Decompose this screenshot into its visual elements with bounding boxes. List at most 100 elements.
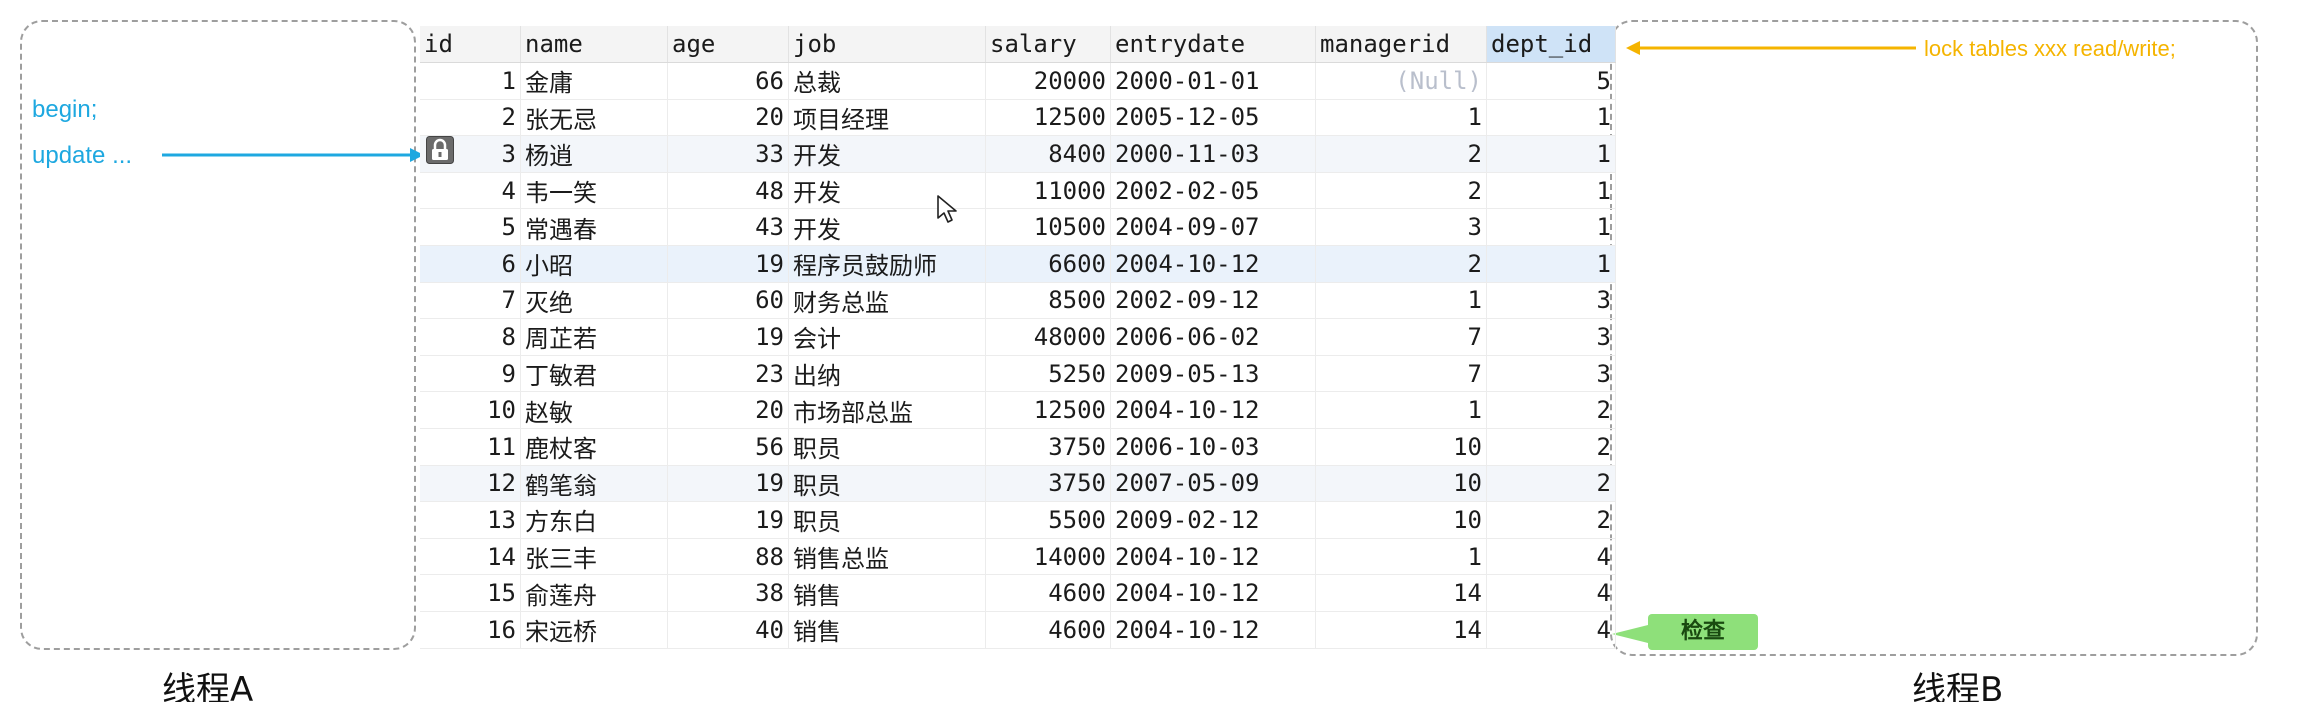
cell-id[interactable]: 14: [420, 538, 521, 576]
cell-entrydate[interactable]: 2004-10-12: [1110, 538, 1316, 576]
cell-name[interactable]: 韦一笑: [520, 172, 668, 210]
cell-managerid[interactable]: 7: [1315, 355, 1487, 393]
cell-age[interactable]: 20: [667, 391, 789, 429]
cell-name[interactable]: 小昭: [520, 245, 668, 283]
cell-dept-id[interactable]: 1: [1486, 135, 1616, 173]
cell-dept-id[interactable]: 3: [1486, 282, 1616, 320]
cell-entrydate[interactable]: 2004-10-12: [1110, 245, 1316, 283]
cell-age[interactable]: 38: [667, 574, 789, 612]
cell-dept-id[interactable]: 3: [1486, 318, 1616, 356]
cell-name[interactable]: 鹤笔翁: [520, 465, 668, 503]
cell-managerid[interactable]: 2: [1315, 245, 1487, 283]
cell-salary[interactable]: 48000: [985, 318, 1111, 356]
cell-name[interactable]: 杨逍: [520, 135, 668, 173]
column-header-age[interactable]: age: [667, 26, 789, 63]
cell-managerid[interactable]: 10: [1315, 428, 1487, 466]
cell-managerid[interactable]: 1: [1315, 538, 1487, 576]
table-row[interactable]: 3 杨逍 33 开发 8400 2000-11-03 2 1: [420, 135, 1616, 173]
column-header-entrydate[interactable]: entrydate: [1110, 26, 1316, 63]
cell-age[interactable]: 19: [667, 318, 789, 356]
column-header-managerid[interactable]: managerid: [1315, 26, 1487, 63]
cell-dept-id[interactable]: 1: [1486, 172, 1616, 210]
cell-entrydate[interactable]: 2000-11-03: [1110, 135, 1316, 173]
cell-id[interactable]: 4: [420, 172, 521, 210]
cell-id[interactable]: 2: [420, 99, 521, 137]
table-row[interactable]: 9 丁敏君 23 出纳 5250 2009-05-13 7 3: [420, 355, 1616, 393]
cell-id[interactable]: 13: [420, 501, 521, 539]
cell-age[interactable]: 48: [667, 172, 789, 210]
cell-salary[interactable]: 3750: [985, 428, 1111, 466]
cell-entrydate[interactable]: 2004-10-12: [1110, 391, 1316, 429]
cell-managerid[interactable]: 10: [1315, 465, 1487, 503]
cell-job[interactable]: 财务总监: [788, 282, 986, 320]
cell-dept-id[interactable]: 2: [1486, 391, 1616, 429]
cell-managerid[interactable]: 2: [1315, 135, 1487, 173]
cell-dept-id[interactable]: 2: [1486, 428, 1616, 466]
table-row[interactable]: 11 鹿杖客 56 职员 3750 2006-10-03 10 2: [420, 428, 1616, 466]
cell-salary[interactable]: 5500: [985, 501, 1111, 539]
cell-managerid[interactable]: 1: [1315, 282, 1487, 320]
cell-name[interactable]: 灭绝: [520, 282, 668, 320]
cell-entrydate[interactable]: 2006-10-03: [1110, 428, 1316, 466]
cell-entrydate[interactable]: 2004-10-12: [1110, 574, 1316, 612]
cell-age[interactable]: 20: [667, 99, 789, 137]
cell-salary[interactable]: 8400: [985, 135, 1111, 173]
cell-id[interactable]: 12: [420, 465, 521, 503]
column-header-job[interactable]: job: [788, 26, 986, 63]
cell-age[interactable]: 23: [667, 355, 789, 393]
cell-age[interactable]: 19: [667, 245, 789, 283]
cell-dept-id[interactable]: 1: [1486, 99, 1616, 137]
column-header-id[interactable]: id: [420, 26, 521, 63]
cell-job[interactable]: 职员: [788, 428, 986, 466]
cell-managerid[interactable]: (Null): [1315, 62, 1487, 100]
cell-name[interactable]: 赵敏: [520, 391, 668, 429]
cell-id[interactable]: 1: [420, 62, 521, 100]
cell-age[interactable]: 56: [667, 428, 789, 466]
cell-id[interactable]: 7: [420, 282, 521, 320]
cell-entrydate[interactable]: 2004-10-12: [1110, 611, 1316, 649]
cell-entrydate[interactable]: 2009-05-13: [1110, 355, 1316, 393]
cell-id[interactable]: 10: [420, 391, 521, 429]
cell-salary[interactable]: 20000: [985, 62, 1111, 100]
table-row[interactable]: 16 宋远桥 40 销售 4600 2004-10-12 14 4: [420, 611, 1616, 649]
cell-age[interactable]: 88: [667, 538, 789, 576]
cell-entrydate[interactable]: 2004-09-07: [1110, 208, 1316, 246]
cell-name[interactable]: 周芷若: [520, 318, 668, 356]
cell-salary[interactable]: 4600: [985, 611, 1111, 649]
cell-salary[interactable]: 8500: [985, 282, 1111, 320]
table-row[interactable]: 1 金庸 66 总裁 20000 2000-01-01 (Null) 5: [420, 62, 1616, 100]
cell-managerid[interactable]: 3: [1315, 208, 1487, 246]
cell-name[interactable]: 宋远桥: [520, 611, 668, 649]
cell-entrydate[interactable]: 2007-05-09: [1110, 465, 1316, 503]
cell-entrydate[interactable]: 2005-12-05: [1110, 99, 1316, 137]
cell-dept-id[interactable]: 5: [1486, 62, 1616, 100]
cell-entrydate[interactable]: 2002-09-12: [1110, 282, 1316, 320]
cell-entrydate[interactable]: 2000-01-01: [1110, 62, 1316, 100]
cell-id[interactable]: 16: [420, 611, 521, 649]
cell-dept-id[interactable]: 1: [1486, 208, 1616, 246]
table-row[interactable]: 6 小昭 19 程序员鼓励师 6600 2004-10-12 2 1: [420, 245, 1616, 283]
cell-entrydate[interactable]: 2006-06-02: [1110, 318, 1316, 356]
cell-age[interactable]: 19: [667, 501, 789, 539]
cell-job[interactable]: 会计: [788, 318, 986, 356]
cell-id[interactable]: 6: [420, 245, 521, 283]
cell-job[interactable]: 销售总监: [788, 538, 986, 576]
cell-name[interactable]: 张无忌: [520, 99, 668, 137]
cell-dept-id[interactable]: 1: [1486, 245, 1616, 283]
cell-job[interactable]: 程序员鼓励师: [788, 245, 986, 283]
cell-age[interactable]: 66: [667, 62, 789, 100]
table-row[interactable]: 4 韦一笑 48 开发 11000 2002-02-05 2 1: [420, 172, 1616, 210]
table-row[interactable]: 8 周芷若 19 会计 48000 2006-06-02 7 3: [420, 318, 1616, 356]
cell-dept-id[interactable]: 3: [1486, 355, 1616, 393]
cell-name[interactable]: 张三丰: [520, 538, 668, 576]
cell-job[interactable]: 出纳: [788, 355, 986, 393]
cell-managerid[interactable]: 1: [1315, 391, 1487, 429]
cell-dept-id[interactable]: 4: [1486, 538, 1616, 576]
table-row[interactable]: 13 方东白 19 职员 5500 2009-02-12 10 2: [420, 501, 1616, 539]
cell-managerid[interactable]: 1: [1315, 99, 1487, 137]
cell-job[interactable]: 总裁: [788, 62, 986, 100]
cell-salary[interactable]: 12500: [985, 99, 1111, 137]
cell-salary[interactable]: 14000: [985, 538, 1111, 576]
cell-id[interactable]: 9: [420, 355, 521, 393]
column-header-name[interactable]: name: [520, 26, 668, 63]
